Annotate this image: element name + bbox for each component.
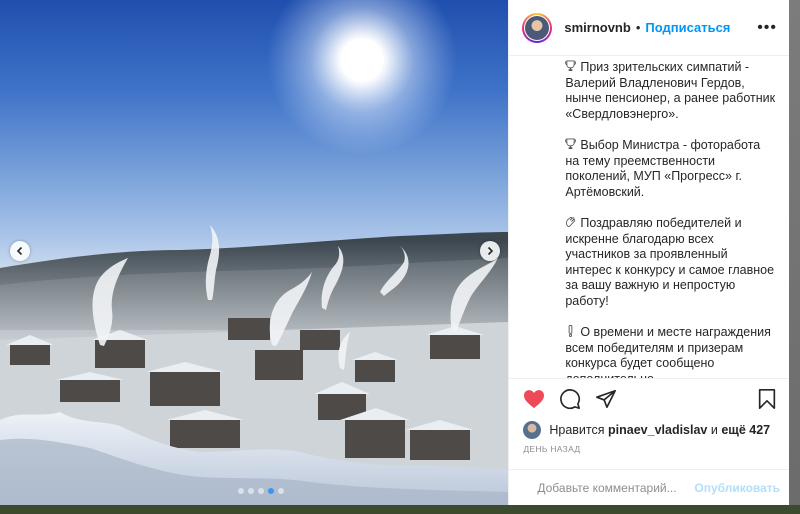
post-photo[interactable] bbox=[0, 0, 509, 505]
carousel-indicator bbox=[238, 488, 284, 494]
likes-count-link[interactable]: ещё 427 bbox=[721, 423, 770, 437]
chevron-right-icon bbox=[487, 246, 494, 256]
trophy-icon bbox=[565, 60, 580, 74]
likes-summary: Нравится pinaev_vladislav и ещё 427 bbox=[509, 418, 789, 442]
post-header: smirnovnb • Подписаться ••• bbox=[509, 0, 789, 56]
caption-paragraph: Приз зрительских симпатий - Валерий Влад… bbox=[565, 60, 777, 122]
carousel-dot-active bbox=[268, 488, 274, 494]
backdrop-bottom bbox=[0, 505, 800, 514]
username-link[interactable]: smirnovnb bbox=[564, 20, 630, 35]
backdrop-right bbox=[789, 0, 800, 514]
carousel-dot bbox=[278, 488, 284, 494]
like-heart-icon[interactable] bbox=[523, 389, 545, 409]
more-options-button[interactable]: ••• bbox=[757, 19, 777, 37]
clapping-hands-icon bbox=[565, 216, 580, 230]
next-slide-button[interactable] bbox=[480, 241, 500, 261]
caption-text: Приз зрительских симпатий - Валерий Влад… bbox=[565, 60, 776, 121]
follow-button[interactable]: Подписаться bbox=[645, 20, 730, 35]
trophy-icon bbox=[565, 138, 580, 152]
chevron-left-icon bbox=[16, 246, 23, 256]
likes-prefix: Нравится bbox=[549, 423, 605, 437]
comment-input[interactable] bbox=[535, 479, 695, 496]
avatar[interactable] bbox=[522, 12, 553, 43]
carousel-dot bbox=[238, 488, 244, 494]
caption-text: О времени и месте награждения всем побед… bbox=[565, 325, 771, 378]
carousel-dot bbox=[258, 488, 264, 494]
post-dialog: smirnovnb • Подписаться ••• Приз зритель… bbox=[0, 0, 790, 505]
liker-username[interactable]: pinaev_vladislav bbox=[608, 423, 707, 437]
carousel-dot bbox=[248, 488, 254, 494]
action-bar bbox=[509, 378, 789, 418]
exclamation-icon bbox=[565, 325, 580, 339]
post-timestamp[interactable]: ДЕНЬ НАЗАД bbox=[509, 442, 789, 462]
comment-icon[interactable] bbox=[559, 388, 581, 410]
comment-bar: Опубликовать bbox=[509, 469, 790, 505]
caption-text: Выбор Министра - фоторабота на тему прее… bbox=[565, 138, 761, 199]
share-icon[interactable] bbox=[595, 388, 617, 410]
caption-paragraph: О времени и месте награждения всем побед… bbox=[565, 325, 777, 378]
previous-slide-button[interactable] bbox=[10, 241, 30, 261]
likes-conjunction: и bbox=[710, 423, 718, 437]
caption-text: Поздравляю победителей и искренне благод… bbox=[565, 216, 775, 308]
post-caption: Приз зрительских симпатий - Валерий Влад… bbox=[509, 56, 789, 378]
save-bookmark-icon[interactable] bbox=[757, 388, 777, 410]
post-sidebar: smirnovnb • Подписаться ••• Приз зритель… bbox=[508, 0, 790, 505]
avatar-image bbox=[525, 15, 550, 40]
caption-paragraph: Выбор Министра - фоторабота на тему прее… bbox=[565, 138, 777, 200]
caption-paragraph: Поздравляю победителей и искренне благод… bbox=[565, 216, 777, 309]
publish-comment-button[interactable]: Опубликовать bbox=[694, 481, 780, 495]
liker-avatar[interactable] bbox=[523, 421, 542, 439]
winter-village-scene bbox=[0, 0, 509, 505]
separator-dot: • bbox=[635, 20, 641, 35]
